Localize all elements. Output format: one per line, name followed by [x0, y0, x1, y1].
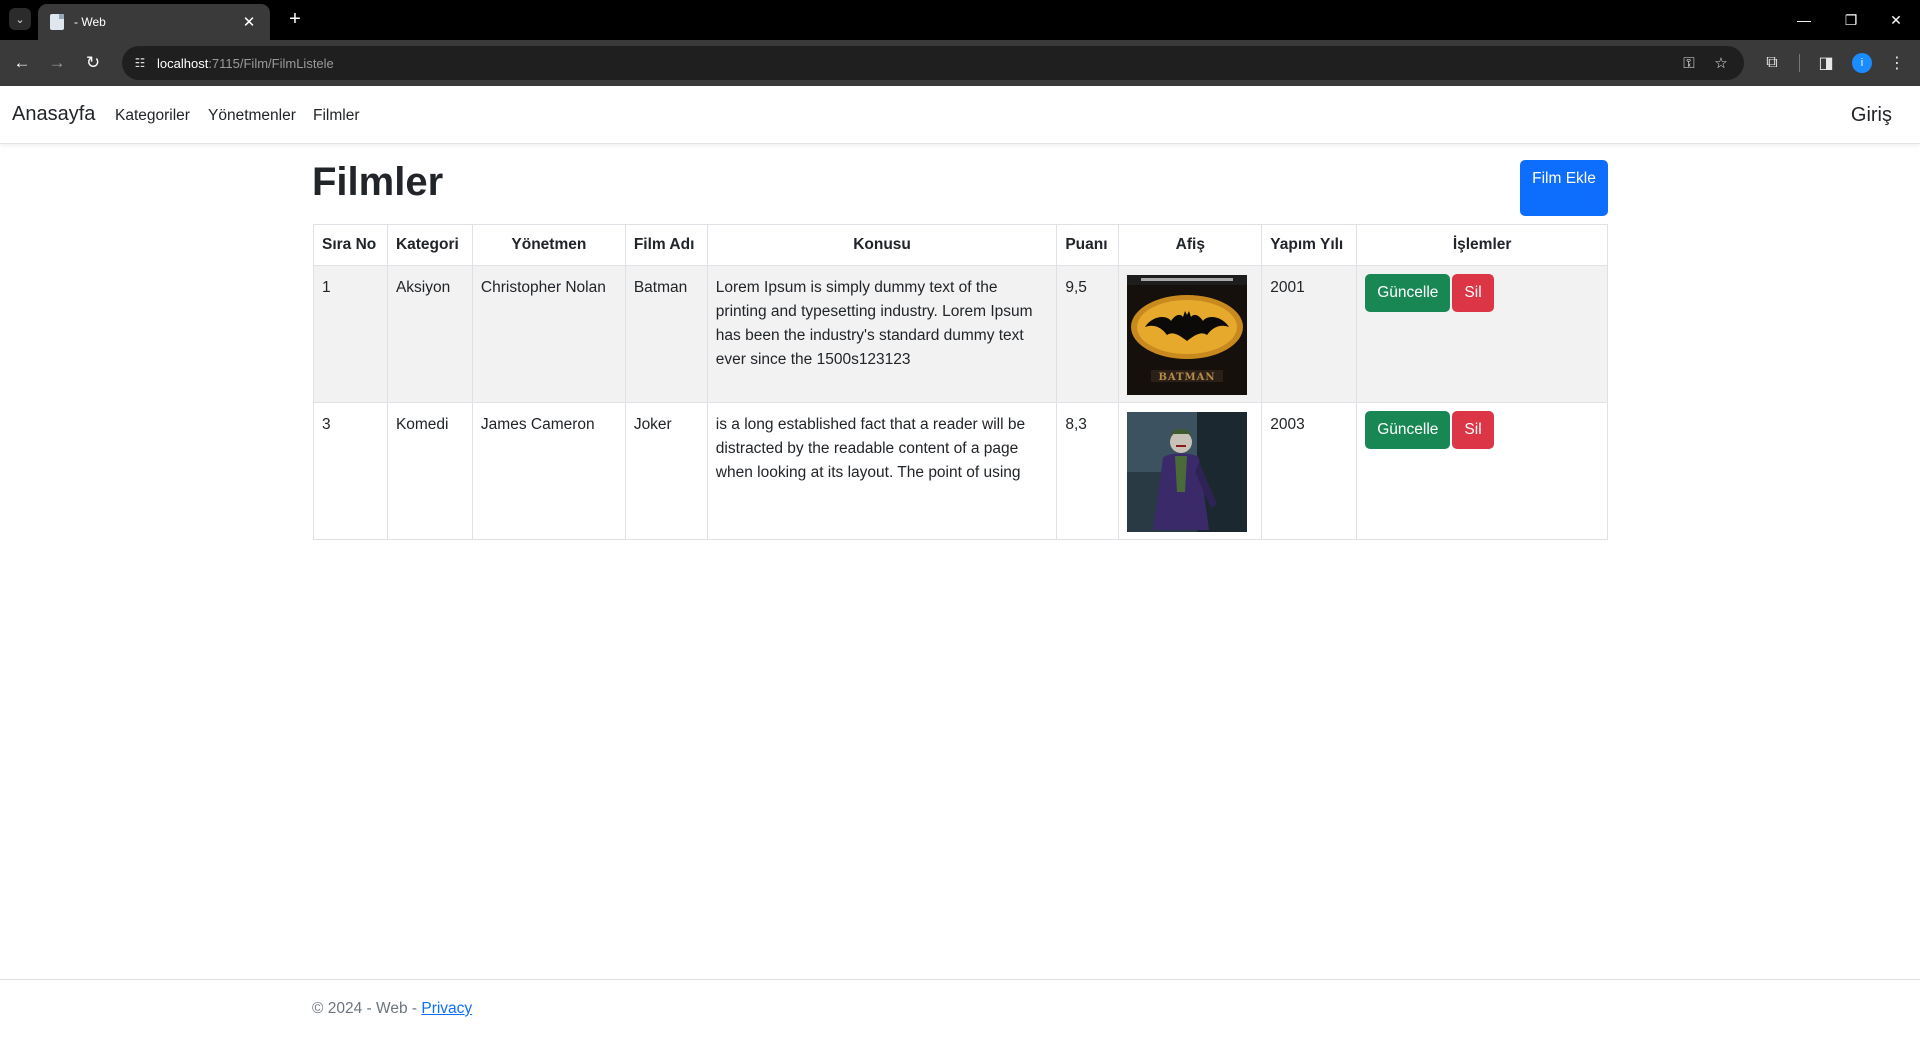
header-yapim-yili: Yapım Yılı — [1261, 224, 1358, 266]
films-table: Sıra No Kategori Yönetmen Film Adı Konus… — [313, 224, 1608, 540]
browser-tabstrip: ⌄ - Web ✕ + — ❐ ✕ — [0, 0, 1920, 40]
site-navbar: Anasayfa Kategoriler Yönetmenler Filmler… — [0, 86, 1920, 144]
reload-button[interactable]: ↻ — [80, 50, 106, 76]
forward-button[interactable]: → — [44, 50, 70, 76]
key-icon[interactable]: ⚿ — [1676, 50, 1702, 76]
star-icon[interactable]: ☆ — [1708, 50, 1734, 76]
joker-poster-image — [1127, 412, 1248, 532]
add-film-button[interactable]: Film Ekle — [1520, 160, 1608, 216]
privacy-link[interactable]: Privacy — [421, 1000, 472, 1017]
delete-button[interactable]: Sil — [1452, 411, 1494, 449]
cell-name: Batman — [624, 265, 708, 403]
tab-title: - Web — [74, 15, 106, 29]
toolbar-divider — [1799, 54, 1800, 72]
chevron-down-icon: ⌄ — [15, 13, 25, 26]
url-text[interactable]: localhost:7115/Film/FilmListele — [157, 56, 334, 71]
nav-link-filmler[interactable]: Filmler — [313, 107, 360, 125]
close-window-button[interactable]: ✕ — [1874, 6, 1918, 34]
cell-actions: Güncelle Sil — [1356, 265, 1608, 403]
more-menu-icon[interactable]: ⋮ — [1884, 50, 1910, 76]
page-footer: © 2024 - Web - Privacy — [0, 979, 1920, 1040]
cell-rating: 9,5 — [1056, 265, 1120, 403]
cell-category: Aksiyon — [386, 265, 473, 403]
cell-year: 2003 — [1261, 402, 1358, 540]
new-tab-button[interactable]: + — [282, 6, 308, 32]
cell-plot: Lorem Ipsum is simply dummy text of the … — [706, 265, 1058, 403]
login-link[interactable]: Giriş — [1851, 104, 1892, 127]
table-header-row: Sıra No Kategori Yönetmen Film Adı Konus… — [313, 224, 1608, 266]
cell-year: 2001 — [1261, 265, 1358, 403]
site-info-icon[interactable]: ☷ — [125, 48, 155, 78]
cell-no: 3 — [313, 402, 388, 540]
table-row: 1 Aksiyon Christopher Nolan Batman Lorem… — [313, 265, 1608, 403]
update-button[interactable]: Güncelle — [1365, 274, 1451, 312]
table-row: 3 Komedi James Cameron Joker is a long e… — [313, 402, 1608, 540]
browser-toolbar: ← → ↻ ☷ localhost:7115/Film/FilmListele … — [0, 40, 1920, 86]
header-afis: Afiş — [1118, 224, 1263, 266]
arrow-left-icon: ← — [13, 53, 31, 72]
cell-category: Komedi — [386, 402, 473, 540]
header-film-adi: Film Adı — [624, 224, 708, 266]
header-yonetmen: Yönetmen — [471, 224, 626, 266]
nav-link-yonetmenler[interactable]: Yönetmenler — [208, 107, 296, 125]
cell-poster — [1118, 402, 1263, 540]
arrow-right-icon: → — [48, 53, 66, 72]
header-sira-no: Sıra No — [313, 224, 388, 266]
nav-link-kategoriler[interactable]: Kategoriler — [115, 107, 190, 125]
cell-name: Joker — [624, 402, 708, 540]
footer-text: © 2024 - Web - Privacy — [312, 1000, 473, 1017]
tab-search-button[interactable]: ⌄ — [9, 8, 31, 30]
page-title: Filmler — [312, 160, 444, 204]
cell-director: Christopher Nolan — [471, 265, 626, 403]
batman-poster-image: BATMAN — [1127, 275, 1248, 395]
side-panel-icon[interactable]: ◨ — [1813, 50, 1839, 76]
update-button[interactable]: Güncelle — [1365, 411, 1451, 449]
plus-icon: + — [289, 7, 301, 30]
restore-button[interactable]: ❐ — [1829, 6, 1873, 34]
back-button[interactable]: ← — [9, 50, 35, 76]
cell-no: 1 — [313, 265, 388, 403]
cell-plot: is a long established fact that a reader… — [706, 402, 1058, 540]
browser-tab[interactable]: - Web ✕ — [38, 4, 270, 40]
cell-rating: 8,3 — [1056, 402, 1120, 540]
header-islemler: İşlemler — [1356, 224, 1608, 266]
extensions-icon[interactable]: ⧉ — [1759, 50, 1785, 76]
reload-icon: ↻ — [85, 53, 101, 72]
address-bar[interactable]: ☷ localhost:7115/Film/FilmListele ⚿ ☆ — [122, 46, 1744, 80]
cell-actions: Güncelle Sil — [1356, 402, 1608, 540]
header-konusu: Konusu — [706, 224, 1058, 266]
tab-close-icon[interactable]: ✕ — [240, 13, 258, 31]
page-favicon-icon — [50, 14, 64, 30]
svg-text:BATMAN: BATMAN — [1159, 372, 1216, 383]
cell-director: James Cameron — [471, 402, 626, 540]
delete-button[interactable]: Sil — [1452, 274, 1494, 312]
brand-link[interactable]: Anasayfa — [12, 103, 95, 126]
profile-avatar[interactable]: i — [1852, 53, 1872, 73]
header-kategori: Kategori — [386, 224, 473, 266]
minimize-button[interactable]: — — [1782, 6, 1826, 34]
cell-poster: BATMAN — [1118, 265, 1263, 403]
header-puani: Puanı — [1056, 224, 1120, 266]
